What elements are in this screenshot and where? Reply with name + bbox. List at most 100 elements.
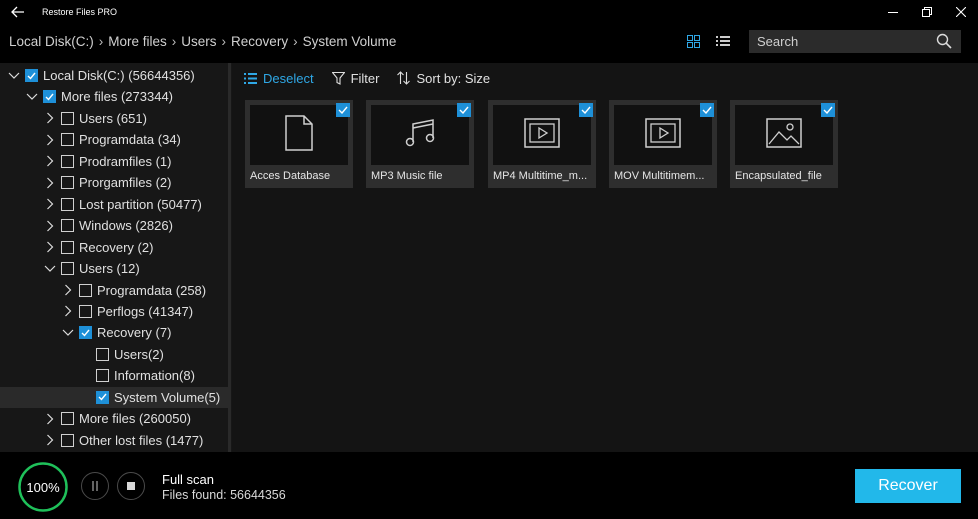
checkmark-icon — [581, 106, 591, 114]
tree-item-checkbox[interactable] — [61, 412, 74, 426]
back-arrow-icon — [11, 6, 24, 18]
chevron-right-icon[interactable] — [44, 220, 56, 232]
tree-item-label: Programdata (34) — [79, 132, 181, 148]
tree-item-lost-partition-50477[interactable]: Lost partition (50477) — [44, 194, 202, 215]
chevron-right-icon[interactable] — [44, 413, 56, 425]
breadcrumb-item-system-volume[interactable]: System Volume — [303, 34, 397, 49]
tree-item-label: Lost partition (50477) — [79, 196, 202, 212]
recover-button[interactable]: Recover — [855, 469, 961, 503]
chevron-right-icon[interactable] — [44, 112, 56, 124]
breadcrumb-item-local-disk[interactable]: Local Disk(C:) — [9, 34, 94, 49]
tree-item-checkbox[interactable] — [25, 69, 38, 82]
chevron-down-icon[interactable] — [8, 70, 20, 82]
file-tile[interactable]: MOV Multitimem... — [609, 100, 717, 188]
tree-item-more-files-273344[interactable]: More files (273344) — [26, 86, 173, 107]
grid-view-button[interactable] — [685, 33, 701, 49]
tree-item-local-disk-c-56644356[interactable]: Local Disk(C:) (56644356) — [8, 65, 195, 86]
chevron-down-icon[interactable] — [44, 263, 56, 275]
checkmark-icon — [45, 93, 54, 101]
file-tile-checkbox[interactable] — [579, 103, 593, 117]
tree-item-programdata-34[interactable]: Programdata (34) — [44, 129, 181, 150]
tree-item-programdata-258[interactable]: Programdata (258) — [62, 280, 206, 301]
list-view-icon — [716, 36, 730, 46]
tree-item-windows-2826[interactable]: Windows (2826) — [44, 215, 173, 236]
file-tile-checkbox[interactable] — [700, 103, 714, 117]
file-tile-name: MOV Multitimem... — [614, 170, 705, 182]
tree-item-checkbox[interactable] — [79, 283, 92, 297]
tree-item-label: More files (273344) — [61, 89, 173, 105]
tree-item-checkbox[interactable] — [96, 369, 109, 383]
tree-item-checkbox[interactable] — [79, 304, 92, 318]
file-tile-name: Acces Database — [250, 170, 331, 182]
close-button[interactable] — [944, 0, 978, 24]
deselect-button[interactable]: Deselect — [244, 71, 314, 86]
chevron-right-icon[interactable] — [44, 241, 56, 253]
tree-item-recovery-2[interactable]: Recovery (2) — [44, 237, 153, 258]
file-tile-checkbox[interactable] — [457, 103, 471, 117]
tree-item-recovery-7[interactable]: Recovery (7) — [62, 322, 171, 343]
tree-item-prorgamfiles-2[interactable]: Prorgamfiles (2) — [44, 172, 171, 193]
search-input[interactable] — [757, 34, 932, 49]
chevron-right-icon[interactable] — [44, 198, 56, 210]
tree-item-checkbox[interactable] — [61, 433, 74, 447]
sort-button[interactable]: Sort by: Size — [397, 71, 490, 86]
file-tile-name: Encapsulated_file — [735, 170, 822, 182]
tree-scrollbar[interactable] — [228, 63, 231, 452]
tree-item-checkbox[interactable] — [43, 90, 56, 104]
deselect-label: Deselect — [263, 70, 314, 86]
tree-item-users-651[interactable]: Users (651) — [44, 108, 147, 129]
tree-item-checkbox[interactable] — [61, 154, 74, 168]
checkmark-icon — [98, 393, 107, 401]
tree-item-users-2[interactable]: Users(2) — [96, 344, 164, 365]
breadcrumb-item-users[interactable]: Users — [181, 34, 216, 49]
pause-button[interactable] — [81, 472, 109, 500]
file-tile[interactable]: Acces Database — [245, 100, 353, 188]
minimize-button[interactable] — [876, 0, 910, 24]
tree-item-checkbox[interactable] — [61, 133, 74, 147]
tree-item-checkbox[interactable] — [96, 390, 109, 404]
tree-item-more-files-260050[interactable]: More files (260050) — [44, 408, 191, 429]
tree-item-checkbox[interactable] — [79, 326, 92, 340]
file-tile-checkbox[interactable] — [821, 103, 835, 117]
tree-item-checkbox[interactable] — [61, 176, 74, 190]
music-note-icon — [403, 116, 437, 155]
back-button[interactable] — [0, 0, 36, 24]
tree-item-label: Users (651) — [79, 110, 147, 126]
list-view-button[interactable] — [715, 33, 731, 49]
tree-item-checkbox[interactable] — [61, 219, 74, 233]
checkmark-icon — [823, 106, 833, 114]
tree-item-perflogs-41347[interactable]: Perflogs (41347) — [62, 301, 193, 322]
tree-item-checkbox[interactable] — [61, 240, 74, 254]
tree-item-other-lost-files-1477[interactable]: Other lost files (1477) — [44, 430, 203, 451]
chevron-down-icon[interactable] — [26, 91, 38, 103]
file-tile-checkbox[interactable] — [336, 103, 350, 117]
chevron-right-icon[interactable] — [44, 155, 56, 167]
file-tile[interactable]: Encapsulated_file — [730, 100, 838, 188]
stop-button[interactable] — [117, 472, 145, 500]
tree-item-checkbox[interactable] — [61, 197, 74, 211]
chevron-right-icon[interactable] — [62, 284, 74, 296]
restore-button[interactable] — [910, 0, 944, 24]
tree-item-checkbox[interactable] — [96, 347, 109, 361]
chevron-down-icon[interactable] — [62, 327, 74, 339]
file-tile-preview — [614, 105, 712, 165]
breadcrumb-item-more-files[interactable]: More files — [108, 34, 167, 49]
tree-item-information-8[interactable]: Information(8) — [96, 365, 195, 386]
breadcrumb-item-recovery[interactable]: Recovery — [231, 34, 288, 49]
chevron-right-icon[interactable] — [44, 134, 56, 146]
chevron-right-icon[interactable] — [44, 434, 56, 446]
search-icon[interactable] — [936, 33, 952, 54]
filter-button[interactable]: Filter — [331, 71, 379, 86]
tree-item-system-volume-5[interactable]: System Volume(5) — [0, 386, 228, 408]
tree-item-checkbox[interactable] — [61, 262, 74, 276]
tree-item-checkbox[interactable] — [61, 111, 74, 125]
scan-title: Full scan — [162, 472, 215, 487]
file-tile-preview — [250, 105, 348, 165]
file-tile[interactable]: MP4 Multitime_m... — [488, 100, 596, 188]
chevron-right-icon[interactable] — [44, 177, 56, 189]
chevron-right-icon[interactable] — [62, 305, 74, 317]
tree-item-prodramfiles-1[interactable]: Prodramfiles (1) — [44, 151, 171, 172]
tree-item-users-12[interactable]: Users (12) — [44, 258, 140, 279]
tree-item-label: System Volume(5) — [114, 389, 221, 405]
file-tile[interactable]: MP3 Music file — [366, 100, 474, 188]
